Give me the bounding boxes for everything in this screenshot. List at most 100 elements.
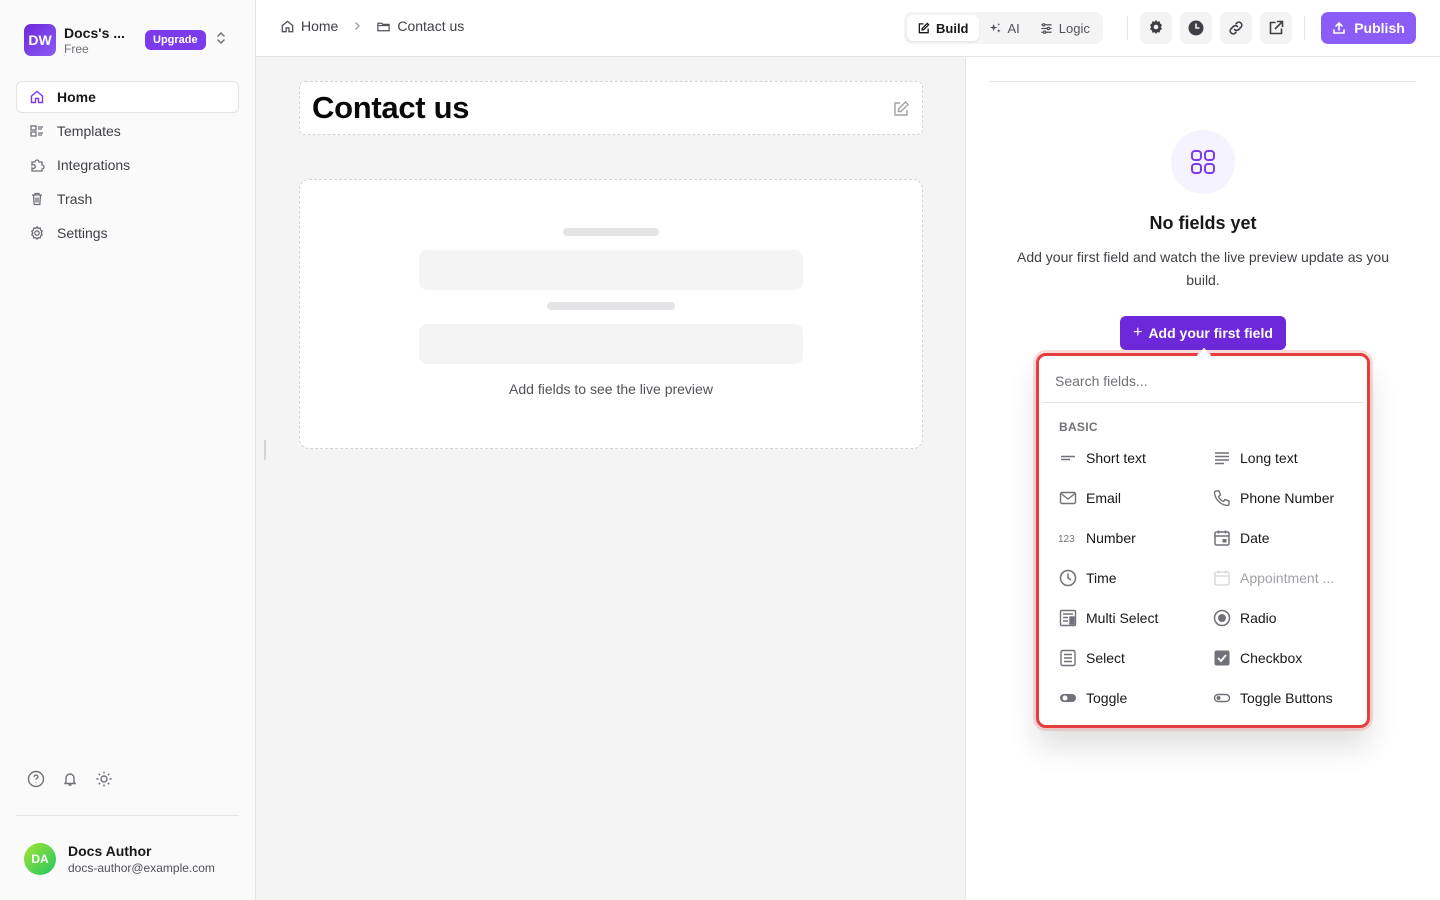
sidebar-item-integrations[interactable]: Integrations	[16, 149, 239, 181]
field-type-long-text[interactable]: Long text	[1212, 438, 1358, 478]
sun-icon[interactable]	[95, 770, 113, 788]
clock-icon	[1058, 568, 1078, 588]
breadcrumb-current[interactable]: Contact us	[376, 18, 464, 34]
sparkles-icon	[989, 22, 1001, 33]
field-type-label: Toggle	[1086, 690, 1128, 706]
sidebar-item-label: Templates	[57, 123, 121, 139]
share-link-button[interactable]	[1220, 12, 1252, 44]
open-external-button[interactable]	[1260, 12, 1292, 44]
preview-hint: Add fields to see the live preview	[509, 381, 713, 397]
avatar: DA	[24, 843, 56, 875]
short-text-icon	[1058, 448, 1078, 468]
toggle-buttons-icon	[1212, 688, 1232, 708]
templates-icon	[29, 123, 45, 139]
plus-icon: +	[1133, 324, 1143, 341]
sidebar-item-settings[interactable]: Settings	[16, 217, 239, 249]
clock-icon	[1188, 20, 1204, 36]
grid-icon	[1171, 130, 1235, 194]
field-type-email[interactable]: Email	[1058, 478, 1212, 518]
sidebar-item-trash[interactable]: Trash	[16, 183, 239, 215]
field-type-label: Email	[1086, 490, 1122, 506]
field-type-label: Number	[1086, 530, 1136, 546]
long-text-icon	[1212, 448, 1232, 468]
skeleton-input	[419, 324, 803, 364]
user-menu[interactable]: DA Docs Author docs-author@example.com	[24, 843, 215, 875]
field-type-date[interactable]: Date	[1212, 518, 1358, 558]
select-icon	[1058, 648, 1078, 668]
field-type-radio[interactable]: Radio	[1212, 598, 1358, 638]
field-type-label: Multi Select	[1086, 610, 1159, 626]
number-icon: 123	[1058, 528, 1078, 548]
field-type-label: Phone Number	[1240, 490, 1335, 506]
skeleton-label	[547, 302, 675, 310]
upgrade-button[interactable]: Upgrade	[145, 30, 206, 50]
field-type-appointment[interactable]: Appointment ...	[1212, 558, 1358, 598]
search-fields-input[interactable]	[1042, 359, 1364, 403]
edit-icon	[918, 21, 930, 33]
field-type-toggle-buttons[interactable]: Toggle Buttons	[1212, 678, 1358, 718]
chevron-right-icon	[352, 18, 362, 34]
mode-switcher: Build AI Logic	[904, 12, 1103, 44]
live-preview: Add fields to see the live preview	[299, 179, 923, 449]
field-type-number[interactable]: 123 Number	[1058, 518, 1212, 558]
publish-button[interactable]: Publish	[1321, 12, 1416, 44]
sidebar-nav: Home Templates Integrations Trash Settin…	[16, 81, 239, 251]
folder-icon	[377, 22, 391, 31]
trash-icon	[29, 191, 45, 207]
workspace-avatar: DW	[24, 24, 56, 56]
gear-icon	[29, 225, 45, 241]
sidebar: DW Docs's ... Free Upgrade Home Template…	[0, 0, 256, 900]
puzzle-icon	[29, 157, 45, 173]
sidebar-item-templates[interactable]: Templates	[16, 115, 239, 147]
resize-handle[interactable]	[264, 440, 266, 460]
email-icon	[1058, 488, 1078, 508]
workspace-name: Docs's ...	[64, 24, 125, 41]
settings-button[interactable]	[1140, 12, 1172, 44]
empty-state-description: Add your first field and watch the live …	[1017, 249, 1389, 288]
field-type-label: Time	[1086, 570, 1117, 586]
divider	[16, 815, 239, 816]
calendar-icon	[1212, 528, 1232, 548]
tab-logic[interactable]: Logic	[1030, 15, 1100, 41]
tab-ai[interactable]: AI	[979, 15, 1030, 41]
user-email: docs-author@example.com	[68, 861, 215, 875]
user-name: Docs Author	[68, 843, 152, 859]
breadcrumb-label: Home	[301, 18, 339, 34]
bell-icon[interactable]	[61, 770, 79, 788]
skeleton-label	[563, 228, 659, 236]
field-type-multi-select[interactable]: Multi Select	[1058, 598, 1212, 638]
add-field-label: Add your first field	[1148, 325, 1273, 341]
workspace-switcher[interactable]: DW Docs's ... Free Upgrade	[24, 24, 240, 56]
form-title[interactable]: Contact us	[312, 90, 469, 126]
chevron-up-down-icon[interactable]	[214, 31, 228, 50]
field-type-short-text[interactable]: Short text	[1058, 438, 1212, 478]
workspace-plan: Free	[64, 41, 89, 56]
form-title-field[interactable]: Contact us	[299, 81, 923, 135]
breadcrumb-home[interactable]: Home	[280, 18, 338, 34]
multi-select-icon	[1058, 608, 1078, 628]
edit-title-icon[interactable]	[892, 100, 910, 123]
help-icon[interactable]	[27, 770, 45, 788]
tab-label: Build	[936, 20, 969, 36]
sidebar-item-label: Trash	[57, 191, 93, 207]
field-type-label: Appointment ...	[1240, 570, 1335, 586]
field-type-select[interactable]: Select	[1058, 638, 1212, 678]
checkbox-icon	[1212, 648, 1232, 668]
field-type-phone[interactable]: Phone Number	[1212, 478, 1358, 518]
field-type-grid: Short text Long text Email Phone Number …	[1058, 438, 1358, 718]
tab-build[interactable]: Build	[907, 15, 979, 41]
radio-icon	[1212, 608, 1232, 628]
add-first-field-button[interactable]: + Add your first field	[1120, 316, 1286, 350]
field-type-toggle[interactable]: Toggle	[1058, 678, 1212, 718]
sidebar-item-home[interactable]: Home	[16, 81, 239, 113]
history-button[interactable]	[1180, 12, 1212, 44]
breadcrumb: Home Contact us	[280, 18, 464, 34]
svg-text:123: 123	[1058, 534, 1075, 544]
publish-label: Publish	[1354, 20, 1405, 36]
field-type-checkbox[interactable]: Checkbox	[1212, 638, 1358, 678]
group-label: BASIC	[1059, 420, 1098, 434]
field-type-time[interactable]: Time	[1058, 558, 1212, 598]
upload-icon	[1333, 21, 1346, 34]
form-canvas: Contact us Add fields to see the live pr…	[256, 57, 966, 900]
field-type-label: Date	[1240, 530, 1270, 546]
